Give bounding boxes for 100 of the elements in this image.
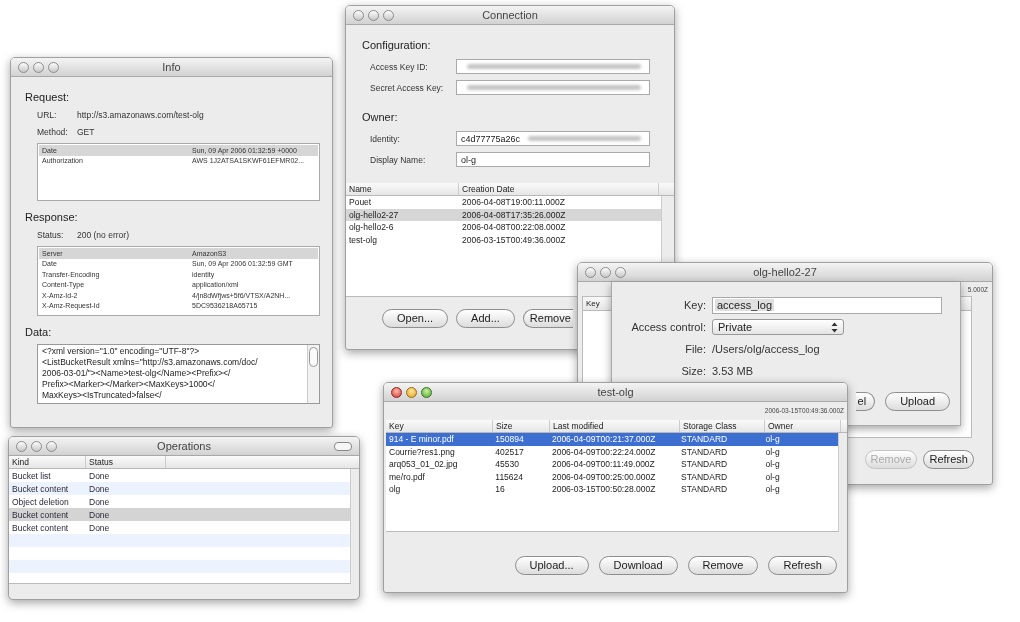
table-row[interactable]: 914 - E minor.pdf 150894 2006-04-09T00:21:37.000Z STANDARD ol-g [386,433,838,446]
input-field[interactable]: ol-g [456,152,650,167]
table-cell-text: Done [88,470,111,481]
table-cell-text: 2006-04-08T00:22:08.000Z [461,222,567,233]
table-cell-text: 2006-04-09T00:22:24.000Z [550,446,657,457]
table-cell-text: ol-g [764,434,781,445]
field-label: File: [684,343,707,355]
column-header[interactable]: Size [493,420,550,432]
table-row[interactable]: olg-hello2-27 2006-04-08T17:35:26.000Z [346,208,661,221]
table-cell-text: Courrie?res1.png [388,446,456,457]
column-header[interactable]: Owner [765,420,841,432]
minimize-button[interactable] [31,440,42,452]
table-row[interactable]: Pouet 2006-04-08T19:00:11.000Z [346,196,661,209]
push-button[interactable]: Upload [885,392,950,411]
close-button[interactable] [585,266,596,278]
section-heading: Configuration: [362,39,432,51]
table-cell-text: olg [388,484,402,495]
input-field[interactable]: c4d77775a26c [456,131,650,146]
column-header[interactable]: Kind [9,456,86,468]
push-button[interactable]: Download [598,556,678,575]
section-heading: Response: [25,211,79,223]
table-row[interactable]: me/ro.pdf 115624 2006-04-09T00:25:00.000Z STANDARD ol-g [386,470,838,483]
scroll-bar[interactable] [307,345,319,403]
minimize-button[interactable] [600,266,611,278]
table-cell-text: Done [88,522,111,533]
field-label: Identity: [370,133,401,144]
table-cell-text: Object deletion [11,496,70,507]
push-button[interactable]: Remove [522,309,573,328]
zoom-button[interactable] [383,9,394,21]
field-value: http://s3.amazonaws.com/test-olg [77,110,204,120]
table-row[interactable]: olg-hello2-6 2006-04-08T00:22:08.000Z [346,221,661,234]
push-button[interactable]: Upload... [514,556,589,575]
table-row[interactable]: Courrie?res1.png 402517 2006-04-09T00:22:24.000Z STANDARD ol-g [386,445,838,458]
input-field[interactable]: access_log [712,296,942,314]
table-cell-text: 2006-04-09T00:21:37.000Z [550,434,657,445]
close-button[interactable] [391,386,402,398]
push-button[interactable]: el [855,392,876,411]
column-header[interactable]: Key [386,420,493,432]
column-header[interactable]: Status [86,456,166,468]
input-field[interactable] [456,59,650,74]
table-row[interactable]: Bucket list Done [9,469,350,482]
field-label: URL: [37,110,58,120]
close-button[interactable] [16,440,27,452]
field-value: /Users/olg/access_log [712,343,820,355]
table-cell-text: Bucket content [11,509,70,520]
field-label: Access control: [630,321,707,333]
table-cell-text: ol-g [764,484,781,495]
table-row[interactable]: Bucket content Done [9,482,350,495]
table-cell-text: me/ro.pdf [388,471,426,482]
table-cell-text: 2006-04-08T19:00:11.000Z [461,197,566,208]
push-button[interactable]: Refresh [768,556,837,575]
field-value: GET [77,127,95,137]
table-row[interactable]: olg 16 2006-03-15T00:50:28.000Z STANDARD ol-g [386,483,838,496]
column-header[interactable]: Storage Class [680,420,765,432]
minimize-button[interactable] [33,61,44,73]
zoom-button[interactable] [48,61,59,73]
push-button[interactable]: Remove [687,556,759,575]
toolbar-toggle-button[interactable] [334,441,352,451]
zoom-button[interactable] [615,266,626,278]
column-header[interactable]: Key [586,299,600,308]
push-button[interactable]: Open... [382,309,449,328]
table-row[interactable]: Object deletion Done [9,495,350,508]
window-title: Info [162,61,181,73]
minimize-button[interactable] [368,9,379,21]
push-button[interactable]: Add... [456,309,515,328]
window-title: test-olg [597,386,634,398]
window-title: Connection [482,9,538,21]
table-row[interactable]: Bucket content Done [9,508,350,521]
table-cell-text: Bucket list [11,470,52,481]
section-heading: Data: [25,326,53,338]
zoom-button[interactable] [421,386,432,398]
table-cell-text: Done [88,509,111,520]
table-cell-text: Pouet [348,197,373,208]
table-row[interactable]: arq053_01_02.jpg 45530 2006-04-09T00:11:49.000Z STANDARD ol-g [386,458,838,471]
minimize-button[interactable] [406,386,417,398]
column-header[interactable]: Name [346,183,459,195]
table-row[interactable]: Bucket content Done [9,521,350,534]
zoom-button[interactable] [46,440,57,452]
table-cell-text: ol-g [764,471,781,482]
section-heading: Request: [25,91,71,103]
column-header[interactable]: Last modified [550,420,680,432]
field-label: Key: [683,299,707,311]
table-cell-text: STANDARD [680,446,729,457]
input-field[interactable] [456,80,650,95]
table-cell-text: Done [88,483,111,494]
table-cell-text: Done [88,496,111,507]
field-label: Secret Access Key: [370,82,445,93]
table-cell-text: 45530 [494,459,520,470]
table-cell-text: ol-g [764,459,781,470]
push-button[interactable]: Refresh [923,450,974,469]
close-button[interactable] [18,61,29,73]
table-cell-text: 402517 [494,446,525,457]
table-cell-text: 914 - E minor.pdf [388,434,455,445]
dropdown[interactable]: Private [712,319,844,335]
table-cell-text: 16 [494,484,506,495]
close-button[interactable] [353,9,364,21]
table-row[interactable]: test-olg 2006-03-15T00:49:36.000Z [346,233,661,246]
column-header[interactable]: Creation Date [459,183,659,195]
table-cell-text: STANDARD [680,459,729,470]
table-cell-text: 2006-04-09T00:25:00.000Z [550,471,657,482]
